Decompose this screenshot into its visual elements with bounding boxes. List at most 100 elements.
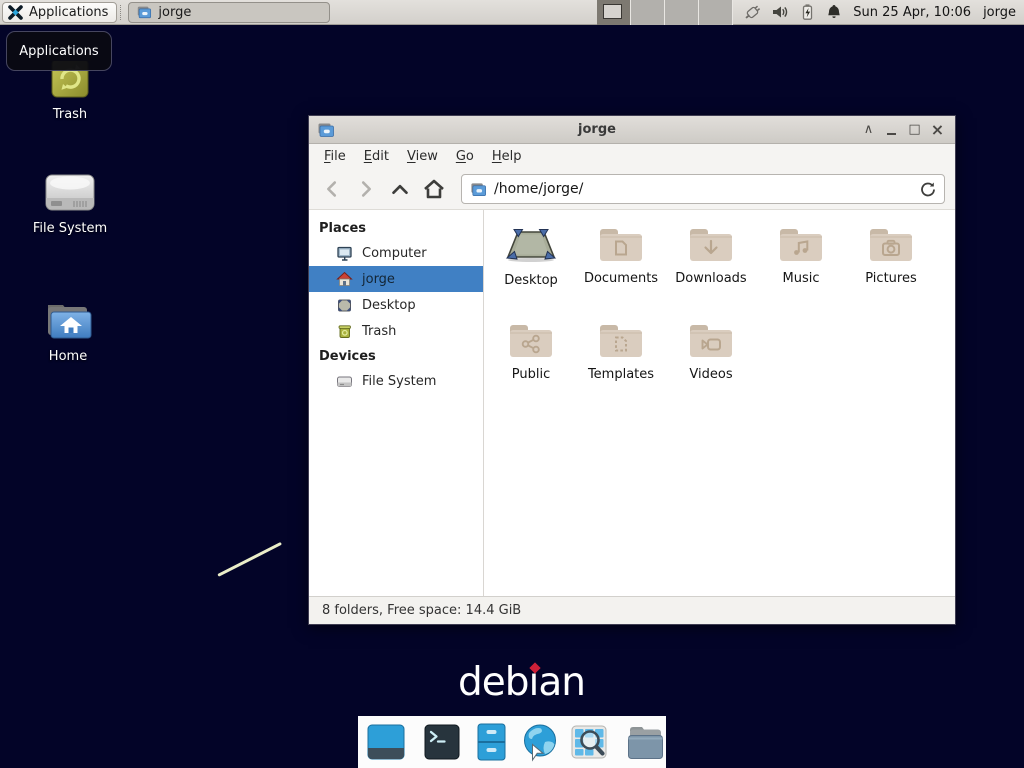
file-label: Templates [588,367,654,382]
home-button[interactable] [421,176,447,202]
sidebar-item-filesystem[interactable]: File System [309,368,483,394]
minimize-button[interactable] [882,120,901,140]
xfce-menu-icon [7,4,24,21]
volume-icon[interactable] [771,3,789,21]
folder-public-icon [507,320,555,360]
path-input[interactable] [494,181,913,197]
file-item-videos[interactable]: Videos [666,314,756,410]
file-item-downloads[interactable]: Downloads [666,218,756,314]
window-content: Places Computer jorge [309,210,955,596]
shade-button[interactable]: ∧ [859,120,878,140]
file-label: Downloads [675,271,746,286]
folder-music-icon [777,224,825,264]
desktop-icon-label: Home [49,349,87,364]
file-item-music[interactable]: Music [756,218,846,314]
trash-icon [336,323,353,340]
file-item-pictures[interactable]: Pictures [846,218,936,314]
dock-item-app-finder[interactable] [568,721,610,763]
file-item-templates[interactable]: Templates [576,314,666,410]
minimize-icon [887,133,896,135]
dock [358,716,666,768]
sidebar-item-label: Desktop [362,298,416,313]
folder-documents-icon [597,224,645,264]
panel-clock[interactable]: Sun 25 Apr, 10:06 [853,5,971,20]
applications-tooltip: Applications [6,31,112,71]
file-cabinet-icon [470,721,512,763]
desktop-icon-label: Trash [53,107,87,122]
file-label: Documents [584,271,658,286]
desktop-icon-filesystem[interactable]: File System [10,170,130,236]
menu-view[interactable]: View [398,146,447,167]
back-button[interactable] [319,176,345,202]
desktop-icon-home[interactable]: Home [8,298,128,364]
sidebar-item-computer[interactable]: Computer [309,240,483,266]
file-label: Desktop [504,273,558,288]
taskbar-button-label: jorge [158,5,191,20]
menu-file[interactable]: File [315,146,355,167]
terminal-icon [421,721,463,763]
debian-logo-i: ı [529,660,539,705]
dock-item-file-manager[interactable] [470,721,512,763]
stray-line-artifact [217,542,282,577]
workspace-window-preview [603,4,622,19]
statusbar: 8 folders, Free space: 14.4 GiB [309,596,955,624]
menu-help[interactable]: Help [483,146,531,167]
workspace-switcher [597,0,733,25]
top-panel: Applications jorge [0,0,1024,25]
sidebar-item-trash[interactable]: Trash [309,318,483,344]
notifications-bell-icon[interactable] [825,3,843,21]
file-item-public[interactable]: Public [486,314,576,410]
sidebar-item-label: File System [362,374,436,389]
reload-icon[interactable] [920,181,936,197]
up-button[interactable] [387,176,413,202]
network-icon[interactable] [743,3,762,22]
dock-item-web-browser[interactable] [519,721,561,763]
sidebar-item-desktop[interactable]: Desktop [309,292,483,318]
folder-videos-icon [687,320,735,360]
sidebar: Places Computer jorge [309,210,484,596]
applications-menu-button[interactable]: Applications [2,2,117,23]
workspace-1[interactable] [597,0,631,25]
workspace-4[interactable] [699,0,733,25]
file-item-documents[interactable]: Documents [576,218,666,314]
file-label: Public [512,367,550,382]
folder-templates-icon [597,320,645,360]
workspace-2[interactable] [631,0,665,25]
desktop-icon-label: File System [33,221,107,236]
desktop-pad-icon [504,224,558,266]
hard-drive-icon [43,170,97,214]
folder-icon [624,721,666,763]
toolbar [309,169,955,210]
folder-pictures-icon [867,224,915,264]
dock-item-terminal[interactable] [421,721,463,763]
sidebar-header-devices: Devices [309,344,483,368]
battery-icon[interactable] [798,3,816,21]
close-button[interactable]: × [928,120,947,140]
web-browser-globe-icon [519,721,561,763]
window-title: jorge [335,122,859,137]
computer-icon [336,245,353,262]
menu-go[interactable]: Go [447,146,483,167]
panel-handle [120,5,125,20]
file-item-desktop[interactable]: Desktop [486,218,576,314]
sidebar-item-label: Computer [362,246,427,261]
debian-logo-text: deb [458,660,529,705]
panel-username[interactable]: jorge [983,5,1016,20]
path-bar[interactable] [461,174,945,204]
workspace-3[interactable] [665,0,699,25]
file-manager-window: jorge ∧ □ × File Edit View Go Help [308,115,956,625]
menu-edit[interactable]: Edit [355,146,398,167]
sidebar-item-jorge[interactable]: jorge [309,266,483,292]
maximize-button[interactable]: □ [905,120,924,140]
home-icon [336,271,353,288]
dock-item-show-desktop[interactable] [365,721,407,763]
icon-view[interactable]: Desktop Documents Downloads [484,210,955,596]
desktop-icon [336,297,353,314]
dock-item-directory-menu[interactable] [624,721,666,763]
debian-logo-text: an [538,660,585,705]
taskbar-button-jorge[interactable]: jorge [128,2,330,23]
file-label: Videos [689,367,732,382]
forward-button[interactable] [353,176,379,202]
titlebar[interactable]: jorge ∧ □ × [309,116,955,144]
hard-drive-icon [336,373,353,390]
